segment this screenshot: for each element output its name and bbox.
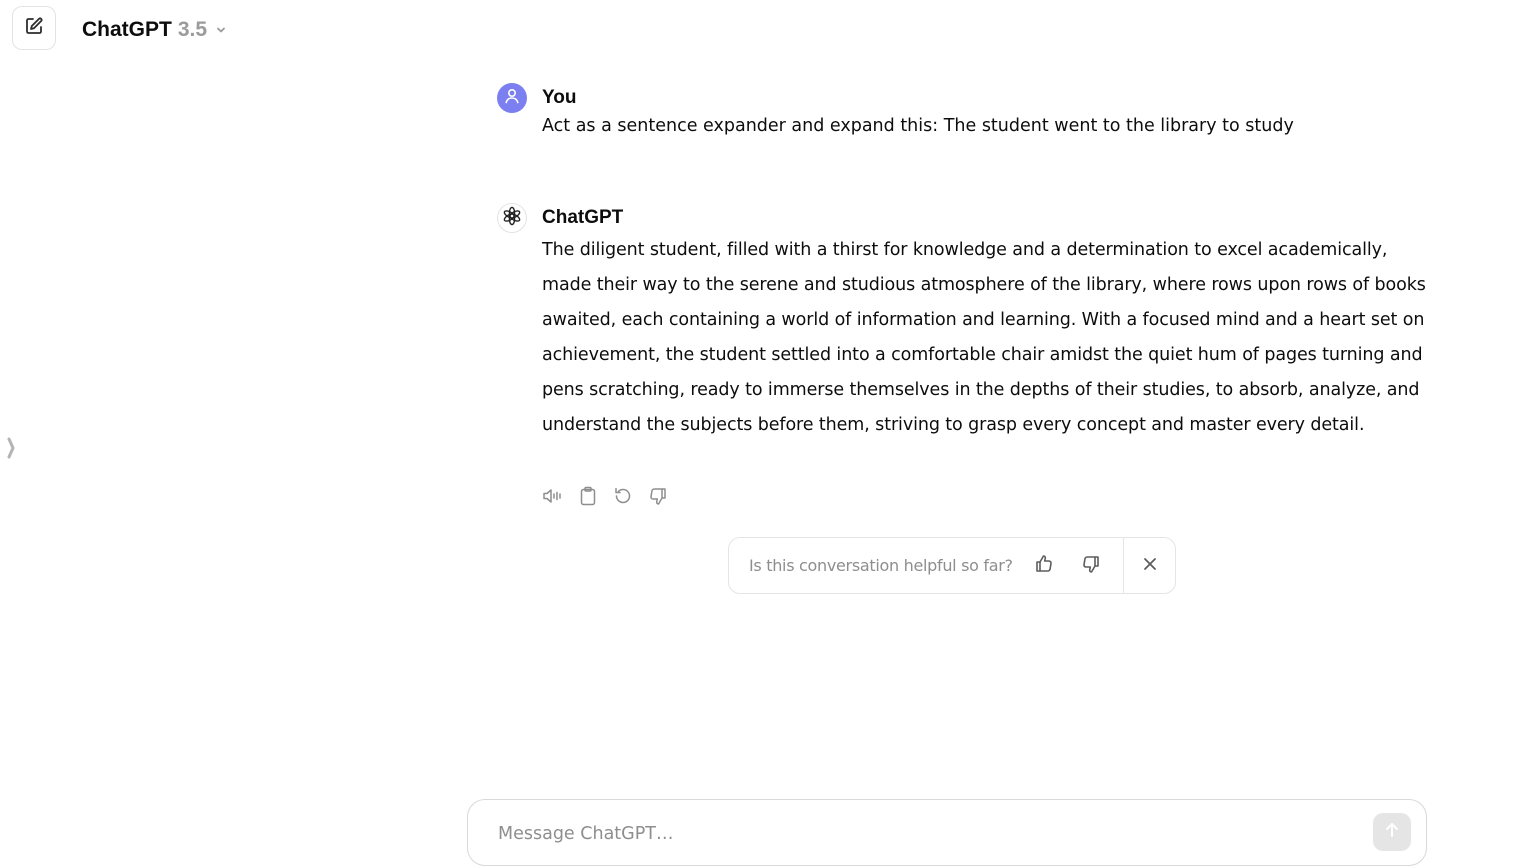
model-selector[interactable]: ChatGPT 3.5 (82, 16, 227, 44)
thumbs-up-icon (1034, 554, 1054, 578)
clipboard-icon (580, 486, 596, 510)
feedback-thumbs-down-button[interactable] (1078, 553, 1104, 579)
refresh-icon (613, 486, 633, 510)
regenerate-button[interactable] (612, 486, 634, 510)
assistant-avatar (497, 203, 527, 233)
message-composer (467, 799, 1427, 866)
arrow-up-icon (1383, 821, 1401, 843)
message-author: You (542, 87, 577, 108)
thumbs-down-icon (1081, 554, 1101, 578)
feedback-close-button[interactable] (1137, 553, 1163, 579)
thumbs-down-icon (648, 486, 668, 510)
bad-response-button[interactable] (647, 486, 669, 510)
openai-logo-icon (502, 206, 522, 230)
new-chat-button[interactable] (12, 6, 56, 50)
feedback-divider (1123, 538, 1124, 593)
message-text: Act as a sentence expander and expand th… (542, 116, 1294, 136)
chat-page: ChatGPT 3.5 You Act as a sentence expand… (0, 0, 1533, 868)
read-aloud-button[interactable] (542, 486, 564, 510)
message-author: ChatGPT (542, 207, 624, 228)
user-icon (503, 87, 521, 109)
chevron-down-icon (215, 24, 227, 36)
copy-button[interactable] (577, 486, 599, 510)
close-icon (1142, 556, 1158, 576)
conversation-feedback: Is this conversation helpful so far? (728, 537, 1176, 594)
user-avatar (497, 83, 527, 113)
message-actions (542, 486, 669, 510)
sidebar-toggle-button[interactable] (4, 436, 18, 464)
chevron-right-icon (6, 436, 16, 464)
message-input[interactable] (498, 821, 1358, 847)
speaker-icon (542, 487, 564, 509)
feedback-thumbs-up-button[interactable] (1031, 553, 1057, 579)
edit-icon (24, 16, 44, 40)
message-text: The diligent student, filled with a thir… (542, 240, 1426, 435)
send-button[interactable] (1373, 813, 1411, 851)
feedback-question: Is this conversation helpful so far? (749, 556, 1013, 575)
model-version: 3.5 (177, 18, 208, 41)
model-name: ChatGPT (82, 18, 172, 41)
